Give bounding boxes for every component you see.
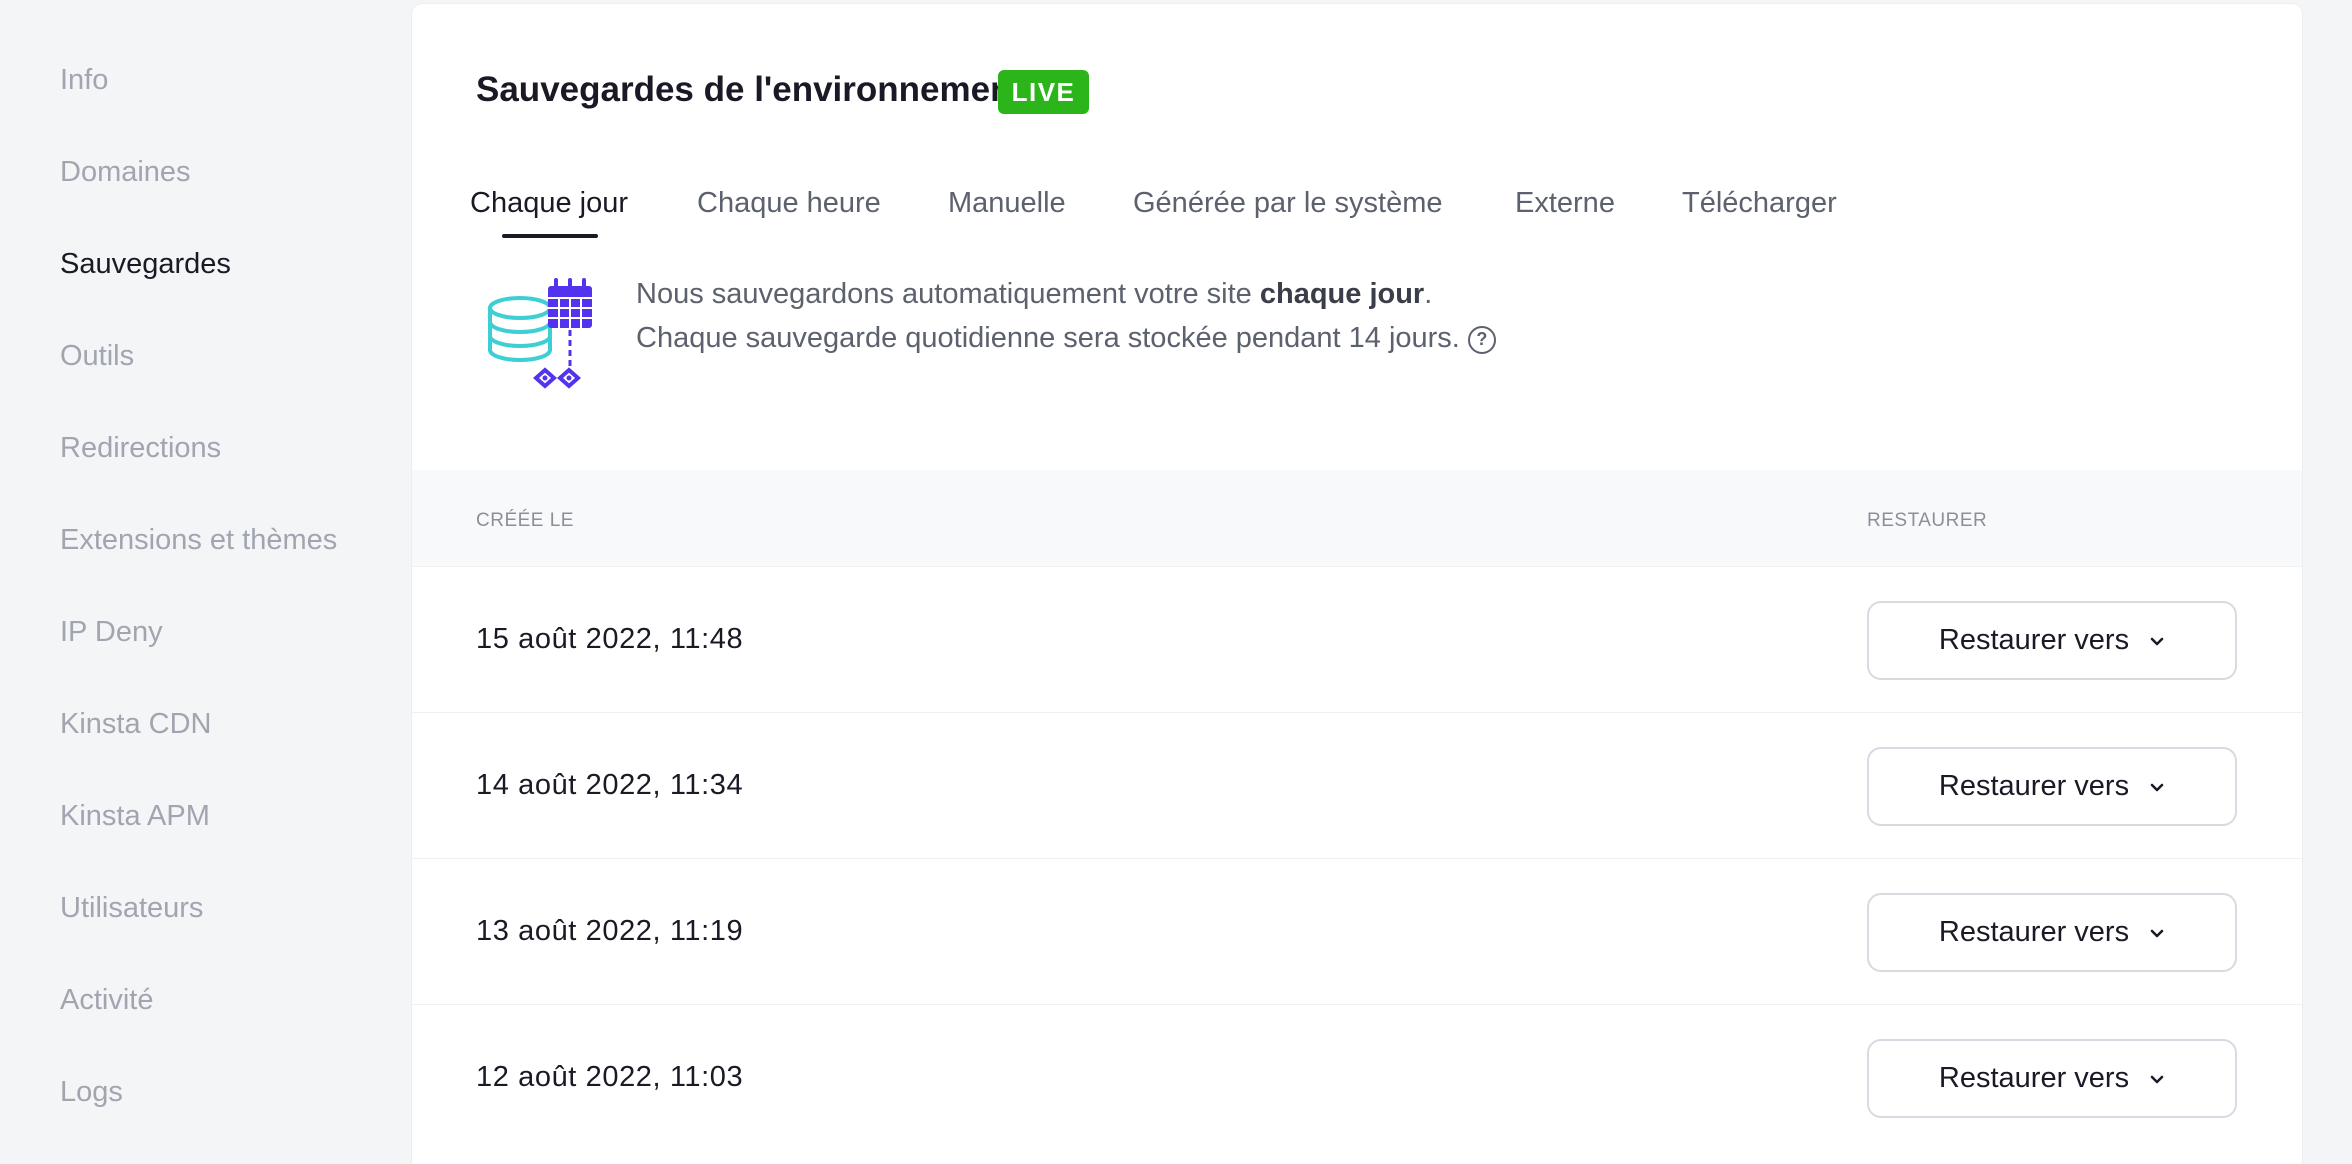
sidebar-item-info[interactable]: Info (60, 64, 108, 97)
sidebar-item-activite[interactable]: Activité (60, 984, 153, 1017)
database-calendar-icon (488, 278, 592, 389)
table-header: CRÉÉE LE RESTAURER (412, 470, 2302, 566)
info-line-bold: chaque jour (1259, 278, 1425, 310)
info-line-retention-text: Chaque sauvegarde quotidienne sera stock… (636, 322, 1460, 354)
sidebar-item-ip-deny[interactable]: IP Deny (60, 616, 163, 649)
column-header-created: CRÉÉE LE (476, 510, 574, 531)
info-line-prefix: Nous sauvegardons automatiquement votre … (636, 278, 1260, 310)
info-line-retention: Chaque sauvegarde quotidienne sera stock… (636, 322, 1496, 355)
tab-chaque-heure[interactable]: Chaque heure (697, 187, 881, 220)
question-circle-icon[interactable]: ? (1467, 326, 1496, 354)
page-title: Sauvegardes de l'environnement (476, 70, 1024, 109)
column-header-restore: RESTAURER (1867, 510, 1988, 531)
tab-chaque-jour[interactable]: Chaque jour (470, 187, 628, 220)
table-row: 12 août 2022, 11:03 Restaurer vers (412, 1004, 2302, 1150)
table-row: 14 août 2022, 11:34 Restaurer vers (412, 712, 2302, 858)
chevron-down-icon (2150, 1075, 2164, 1083)
sidebar-item-domaines[interactable]: Domaines (60, 156, 191, 189)
restore-to-button[interactable]: Restaurer vers (1867, 1039, 2237, 1118)
backup-date: 13 août 2022, 11:19 (476, 915, 744, 947)
info-line-schedule: Nous sauvegardons automatiquement votre … (636, 278, 1432, 311)
tab-generee-par-le-systeme[interactable]: Générée par le système (1133, 187, 1442, 220)
sidebar-item-kinsta-apm[interactable]: Kinsta APM (60, 800, 210, 833)
backup-date: 15 août 2022, 11:48 (476, 623, 744, 655)
restore-to-button[interactable]: Restaurer vers (1867, 893, 2237, 972)
sidebar-item-sauvegardes[interactable]: Sauvegardes (60, 248, 231, 281)
sidebar-item-extensions-themes[interactable]: Extensions et thèmes (60, 524, 337, 557)
restore-button-label: Restaurer vers (1938, 770, 2130, 802)
sidebar-item-utilisateurs[interactable]: Utilisateurs (60, 892, 203, 925)
tab-manuelle[interactable]: Manuelle (948, 187, 1066, 220)
restore-button-label: Restaurer vers (1938, 916, 2130, 948)
info-line-suffix: . (1424, 278, 1433, 310)
sidebar-item-redirections[interactable]: Redirections (60, 432, 221, 465)
chevron-down-icon (2150, 637, 2164, 645)
sidebar-item-logs[interactable]: Logs (60, 1076, 123, 1109)
table-row: 15 août 2022, 11:48 Restaurer vers (412, 566, 2302, 712)
chevron-down-icon (2150, 929, 2164, 937)
restore-to-button[interactable]: Restaurer vers (1867, 747, 2237, 826)
table-row: 13 août 2022, 11:19 Restaurer vers (412, 858, 2302, 1004)
restore-button-label: Restaurer vers (1938, 624, 2130, 656)
active-tab-indicator (502, 234, 598, 238)
sidebar-nav: Info Domaines Sauvegardes Outils Redirec… (0, 0, 410, 1150)
restore-to-button[interactable]: Restaurer vers (1867, 601, 2237, 680)
live-badge: LIVE (998, 70, 1089, 114)
sidebar-item-outils[interactable]: Outils (60, 340, 134, 373)
backup-date: 14 août 2022, 11:34 (476, 769, 744, 801)
backup-date: 12 août 2022, 11:03 (476, 1061, 744, 1093)
backups-panel: Sauvegardes de l'environnement LIVE Chaq… (412, 4, 2302, 1164)
tab-telecharger[interactable]: Télécharger (1682, 187, 1837, 220)
restore-button-label: Restaurer vers (1938, 1062, 2130, 1094)
sidebar-item-kinsta-cdn[interactable]: Kinsta CDN (60, 708, 212, 741)
tab-externe[interactable]: Externe (1515, 187, 1615, 220)
chevron-down-icon (2150, 783, 2164, 791)
